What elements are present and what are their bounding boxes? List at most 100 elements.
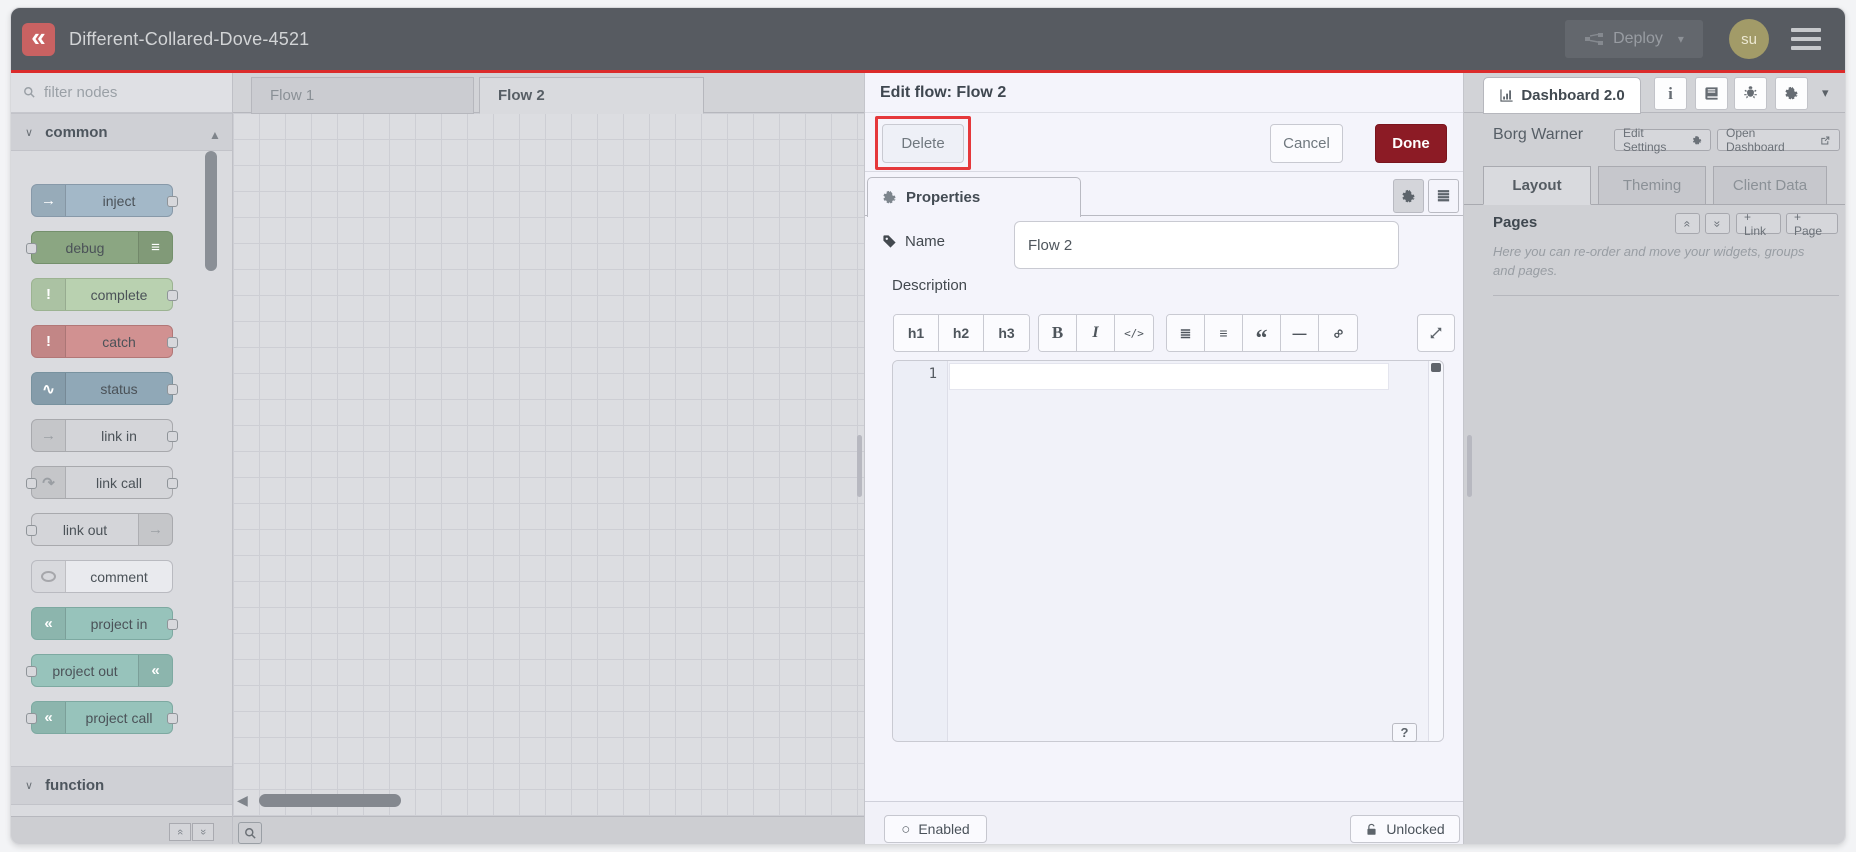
- name-label: Name: [882, 233, 945, 250]
- palette-node[interactable]: link out →: [26, 513, 173, 546]
- description-editor[interactable]: 1: [892, 360, 1444, 742]
- blockquote-button[interactable]: “: [1243, 315, 1281, 351]
- h2-button[interactable]: h2: [939, 315, 984, 351]
- tab-client-data[interactable]: Client Data: [1713, 166, 1827, 205]
- flow-workspace: Flow 1 Flow 2 ◀: [233, 73, 864, 844]
- insert-link-button[interactable]: ∞: [1319, 315, 1357, 351]
- info-tab-button[interactable]: i: [1654, 77, 1687, 110]
- ordered-list-icon: ≣: [1179, 324, 1192, 341]
- node-input-port[interactable]: [26, 713, 37, 724]
- palette-node[interactable]: « project in: [31, 607, 178, 640]
- editor-scrollbar-thumb[interactable]: [1431, 363, 1441, 372]
- node-output-port[interactable]: [167, 478, 178, 489]
- node-output-port[interactable]: [167, 713, 178, 724]
- user-avatar[interactable]: su: [1729, 19, 1769, 59]
- node-output-port[interactable]: [167, 290, 178, 301]
- link-icon: ∞: [1328, 323, 1348, 343]
- edit-flow-tabs-row: Properties ≣: [865, 172, 1463, 217]
- palette-category-function[interactable]: ∨ function: [11, 766, 232, 805]
- move-up-button[interactable]: «: [1675, 213, 1700, 234]
- tab-dashboard-2[interactable]: Dashboard 2.0: [1483, 77, 1641, 114]
- ordered-list-button[interactable]: ≣: [1167, 315, 1205, 351]
- expand-icon: [1429, 326, 1443, 340]
- palette-node[interactable]: project out «: [26, 654, 173, 687]
- main-menu-button[interactable]: [1791, 28, 1821, 50]
- code-button[interactable]: </>: [1115, 315, 1153, 351]
- expand-all-button[interactable]: »: [192, 823, 214, 841]
- dashboard-owner-label: Borg Warner: [1493, 126, 1584, 143]
- horizontal-rule-button[interactable]: —: [1281, 315, 1319, 351]
- edit-description-toggle-button[interactable]: [1393, 179, 1424, 213]
- left-panel-drag-handle[interactable]: [857, 435, 862, 497]
- h3-button[interactable]: h3: [984, 315, 1029, 351]
- node-palette: filter nodes ∨ common → inject debug ≡ !…: [11, 73, 233, 844]
- header-bar: « Different-Collared-Dove-4521 Deploy ▾ …: [11, 8, 1845, 70]
- node-output-port[interactable]: [167, 196, 178, 207]
- flow-name-row: Name Flow 2: [865, 216, 1463, 276]
- tab-theming[interactable]: Theming: [1598, 166, 1706, 205]
- delete-button[interactable]: Delete: [882, 124, 964, 163]
- open-dashboard-button[interactable]: Open Dashboard: [1717, 126, 1840, 154]
- config-tab-button[interactable]: [1775, 77, 1808, 110]
- workspace-zoom-button[interactable]: [238, 822, 262, 844]
- add-link-button[interactable]: + Link: [1736, 210, 1781, 238]
- tab-flow-2[interactable]: Flow 2: [479, 77, 704, 114]
- tab-layout[interactable]: Layout: [1483, 166, 1591, 205]
- italic-button[interactable]: I: [1077, 315, 1115, 351]
- node-output-port[interactable]: [167, 337, 178, 348]
- right-panel-drag-handle[interactable]: [1467, 435, 1472, 497]
- edit-settings-button[interactable]: Edit Settings: [1614, 126, 1711, 154]
- editor-line-gutter: 1: [893, 361, 948, 741]
- move-down-button[interactable]: »: [1705, 213, 1730, 234]
- palette-node[interactable]: ! catch: [31, 325, 178, 358]
- unordered-list-button[interactable]: ≡: [1205, 315, 1243, 351]
- palette-node[interactable]: debug ≡: [26, 231, 173, 264]
- workspace-grid[interactable]: [233, 113, 864, 816]
- node-output-port[interactable]: [167, 619, 178, 630]
- palette-scrollbar[interactable]: [205, 151, 217, 271]
- expand-editor-button[interactable]: [1417, 314, 1455, 352]
- scroll-left-icon[interactable]: ◀: [237, 793, 248, 807]
- editor-help-button[interactable]: ?: [1392, 723, 1417, 742]
- tab-flow-1[interactable]: Flow 1: [251, 77, 474, 114]
- palette-node[interactable]: → link in: [31, 419, 178, 452]
- flow-enabled-toggle[interactable]: ○ Enabled: [884, 815, 987, 843]
- deploy-caret-icon[interactable]: ▾: [1678, 32, 1684, 46]
- palette-node[interactable]: ∿ status: [31, 372, 178, 405]
- help-tab-button[interactable]: [1695, 77, 1728, 110]
- bold-button[interactable]: B: [1039, 315, 1077, 351]
- project-logo-icon: «: [32, 608, 66, 639]
- node-input-port[interactable]: [26, 525, 37, 536]
- deploy-button[interactable]: Deploy ▾: [1565, 20, 1703, 58]
- sidebar-menu-caret[interactable]: ▾: [1822, 85, 1829, 101]
- node-input-port[interactable]: [26, 478, 37, 489]
- palette-node[interactable]: ↷ link call: [26, 466, 178, 499]
- list-view-button[interactable]: ≣: [1428, 179, 1459, 213]
- palette-scroll-up-icon[interactable]: ▲: [209, 129, 221, 141]
- flow-name-input[interactable]: Flow 2: [1014, 221, 1399, 269]
- collapse-all-button[interactable]: «: [169, 823, 191, 841]
- node-output-port[interactable]: [167, 384, 178, 395]
- cancel-button[interactable]: Cancel: [1270, 124, 1343, 163]
- node-output-port[interactable]: [167, 431, 178, 442]
- node-input-port[interactable]: [26, 243, 37, 254]
- tab-properties[interactable]: Properties: [867, 177, 1081, 217]
- palette-node[interactable]: comment: [31, 560, 173, 593]
- palette-filter-input[interactable]: filter nodes: [11, 73, 232, 113]
- instance-title: Different-Collared-Dove-4521: [69, 28, 310, 49]
- link-call-icon: ↷: [32, 467, 66, 498]
- node-input-port[interactable]: [26, 666, 37, 677]
- flow-lock-toggle[interactable]: Unlocked: [1350, 815, 1460, 843]
- palette-node[interactable]: ! complete: [31, 278, 178, 311]
- debug-tab-button[interactable]: [1734, 77, 1767, 110]
- palette-category-common[interactable]: ∨ common: [11, 113, 232, 151]
- palette-node[interactable]: « project call: [26, 701, 178, 734]
- workspace-horizontal-scrollbar[interactable]: [259, 794, 401, 807]
- done-button[interactable]: Done: [1375, 124, 1447, 163]
- editor-active-line[interactable]: [949, 363, 1389, 390]
- palette-node[interactable]: → inject: [31, 184, 178, 217]
- pages-helper-text: Here you can re-order and move your widg…: [1493, 244, 1805, 278]
- editor-scrollbar-track[interactable]: [1428, 361, 1443, 741]
- h1-button[interactable]: h1: [894, 315, 939, 351]
- add-page-button[interactable]: + Page: [1786, 210, 1838, 238]
